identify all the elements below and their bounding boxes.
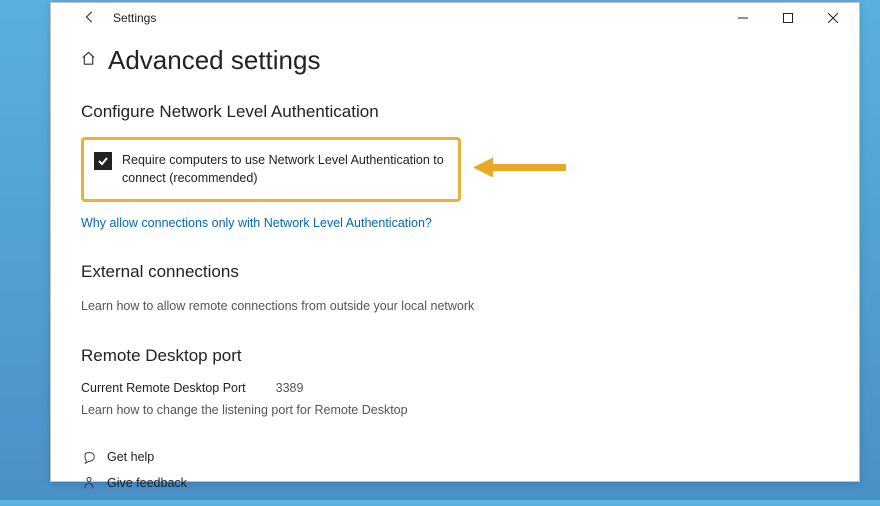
footer-links: Get help Give feedback: [81, 444, 829, 496]
port-label: Current Remote Desktop Port: [81, 381, 246, 395]
nla-section: Configure Network Level Authentication R…: [81, 102, 829, 232]
home-icon[interactable]: [81, 51, 96, 70]
window-title: Settings: [113, 11, 156, 25]
get-help-label: Get help: [107, 450, 154, 464]
titlebar-left: Settings: [59, 6, 156, 31]
external-text: Learn how to allow remote connections fr…: [81, 297, 829, 316]
settings-window: Settings Advanced settings Configure Net…: [50, 2, 860, 482]
back-button[interactable]: [77, 6, 103, 31]
external-section: External connections Learn how to allow …: [81, 262, 829, 316]
content-area: Advanced settings Configure Network Leve…: [51, 33, 859, 506]
minimize-button[interactable]: [720, 4, 765, 32]
page-title: Advanced settings: [108, 45, 320, 76]
give-feedback-link[interactable]: Give feedback: [81, 470, 829, 496]
nla-heading: Configure Network Level Authentication: [81, 102, 829, 122]
port-text: Learn how to change the listening port f…: [81, 401, 829, 420]
page-header: Advanced settings: [81, 45, 829, 76]
nla-highlight-wrap: Require computers to use Network Level A…: [81, 137, 829, 202]
close-button[interactable]: [810, 4, 855, 32]
nla-help-link[interactable]: Why allow connections only with Network …: [81, 216, 432, 230]
nla-highlight-box: Require computers to use Network Level A…: [81, 137, 461, 202]
maximize-button[interactable]: [765, 4, 810, 32]
help-icon: [81, 450, 97, 464]
nla-checkbox-label: Require computers to use Network Level A…: [122, 152, 448, 187]
external-heading: External connections: [81, 262, 829, 282]
titlebar: Settings: [51, 3, 859, 33]
port-heading: Remote Desktop port: [81, 346, 829, 366]
port-row: Current Remote Desktop Port 3389: [81, 381, 829, 395]
titlebar-buttons: [720, 4, 855, 32]
annotation-arrow-icon: [471, 152, 571, 187]
feedback-icon: [81, 476, 97, 490]
port-section: Remote Desktop port Current Remote Deskt…: [81, 346, 829, 420]
port-value: 3389: [276, 381, 304, 395]
give-feedback-label: Give feedback: [107, 476, 187, 490]
get-help-link[interactable]: Get help: [81, 444, 829, 470]
nla-checkbox[interactable]: [94, 152, 112, 170]
